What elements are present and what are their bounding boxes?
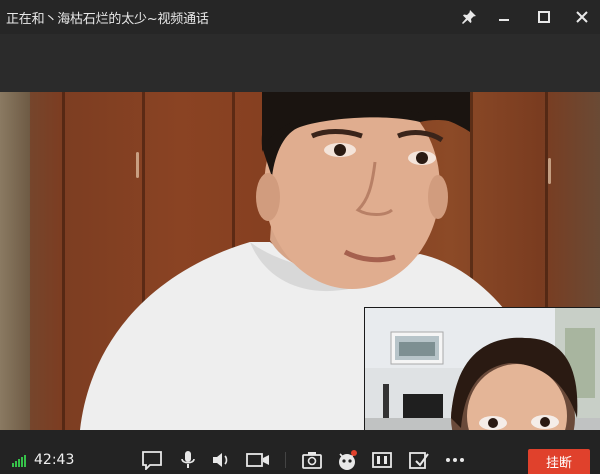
pin-button[interactable] [457, 5, 481, 29]
signal-strength-icon [12, 455, 26, 467]
message-icon [142, 451, 162, 470]
message-button[interactable] [139, 449, 165, 471]
speaker-icon [213, 453, 228, 467]
window-title: 正在和丶海枯石烂的太少~视频通话 [6, 12, 209, 27]
whiteboard-icon [409, 452, 429, 469]
microphone-icon [181, 451, 195, 468]
close-icon [576, 11, 588, 23]
camera-icon [246, 453, 269, 467]
screenshot-icon [302, 452, 322, 469]
local-scene [365, 308, 600, 438]
hangup-button[interactable]: 挂断 [528, 449, 590, 474]
minimize-button[interactable] [492, 5, 516, 29]
title-bar: 正在和丶海枯石烂的太少~视频通话 [0, 0, 600, 34]
camera-button[interactable] [245, 449, 271, 471]
maximize-button[interactable] [532, 5, 556, 29]
local-video-preview[interactable] [364, 307, 600, 438]
layout-button[interactable] [369, 449, 395, 471]
minimize-icon [499, 19, 509, 21]
more-button[interactable] [442, 449, 468, 471]
toolbar-top [0, 430, 600, 445]
video-top-band [0, 34, 600, 92]
effects-icon [339, 450, 357, 470]
call-timer: 42:43 [34, 452, 75, 468]
more-icon [446, 458, 464, 462]
maximize-icon [538, 11, 550, 23]
layout-icon [372, 452, 392, 468]
microphone-button[interactable] [175, 449, 201, 471]
speaker-button[interactable] [209, 449, 235, 471]
pin-icon [462, 10, 476, 24]
screenshot-button[interactable] [299, 449, 325, 471]
whiteboard-button[interactable] [406, 449, 432, 471]
effects-button[interactable] [334, 449, 360, 471]
close-button[interactable] [570, 5, 594, 29]
toolbar-divider [285, 452, 286, 468]
